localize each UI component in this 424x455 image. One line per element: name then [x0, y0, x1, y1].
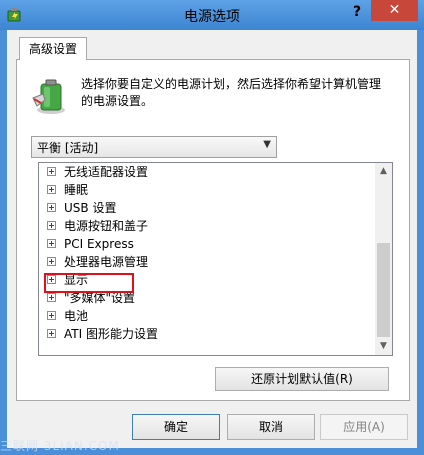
restore-defaults-button[interactable]: 还原计划默认值(R) [215, 367, 389, 391]
plus-expander-icon[interactable] [47, 311, 56, 320]
tree-item-label: 无线适配器设置 [64, 165, 149, 179]
plus-expander-icon[interactable] [47, 203, 56, 212]
title-bar[interactable]: 电源选项 ? ✕ [0, 0, 424, 30]
tree-item[interactable]: 电池 [47, 307, 88, 325]
plus-expander-icon[interactable] [47, 293, 56, 302]
tree-item-label: 处理器电源管理 [64, 255, 149, 269]
scroll-up-arrow-icon[interactable]: ▲ [375, 163, 392, 180]
plus-expander-icon[interactable] [47, 257, 56, 266]
tree-item-label: 睡眠 [64, 183, 89, 197]
tree-scrollbar[interactable]: ▲ ▼ [375, 163, 392, 355]
tree-item[interactable]: ATI 图形能力设置 [47, 325, 158, 343]
tree-item-label: PCI Express [64, 237, 134, 251]
help-button[interactable]: ? [345, 2, 369, 22]
tab-advanced-settings[interactable]: 高级设置 [19, 37, 87, 60]
battery-plan-icon [32, 79, 65, 114]
tree-item[interactable]: 无线适配器设置 [47, 163, 148, 181]
tree-item-label: 电池 [64, 309, 89, 323]
plus-expander-icon[interactable] [47, 221, 56, 230]
description-text: 选择你要自定义的电源计划，然后选择你希望计算机管理的电源设置。 [81, 77, 382, 108]
power-plan-select-value: 平衡 [活动] [37, 141, 99, 155]
settings-tree[interactable]: 无线适配器设置 睡眠 USB 设置电源按钮和盖子 PCI Express 处理器电源管理… [38, 162, 393, 356]
scroll-thumb[interactable] [377, 243, 390, 337]
tree-item[interactable]: 处理器电源管理 [47, 253, 148, 271]
plus-expander-icon[interactable] [47, 239, 56, 248]
ok-button[interactable]: 确定 [132, 414, 220, 440]
watermark: 三联网 3LIAN.COM [0, 439, 120, 453]
tree-item-label: "多媒体"设置 [64, 291, 136, 305]
tree-item[interactable]: 睡眠 [47, 181, 88, 199]
tree-item[interactable]: 电源按钮和盖子 [47, 217, 148, 235]
dropdown-arrow-icon: ▼ [263, 139, 271, 150]
plus-expander-icon[interactable] [47, 185, 56, 194]
plus-expander-icon[interactable] [47, 167, 56, 176]
apply-button[interactable]: 应用(A) [320, 414, 408, 440]
cancel-button[interactable]: 取消 [227, 414, 315, 440]
tree-item[interactable]: PCI Express [47, 235, 134, 253]
tree-item-label: USB 设置 [64, 201, 117, 215]
plus-expander-icon[interactable] [47, 329, 56, 338]
tree-item[interactable]: USB 设置 [47, 199, 116, 217]
close-button[interactable]: ✕ [371, 0, 418, 21]
dialog-body: 高级设置 选择你要自定义的电源计划，然后选择你希望计算机管理的电源设置。 平衡 … [7, 30, 417, 448]
highlight-box [44, 273, 134, 293]
tree-item-label: ATI 图形能力设置 [64, 327, 158, 341]
tree-item-label: 电源按钮和盖子 [64, 219, 149, 233]
power-plan-select[interactable]: 平衡 [活动] ▼ [31, 136, 277, 158]
scroll-down-arrow-icon[interactable]: ▼ [375, 338, 392, 355]
